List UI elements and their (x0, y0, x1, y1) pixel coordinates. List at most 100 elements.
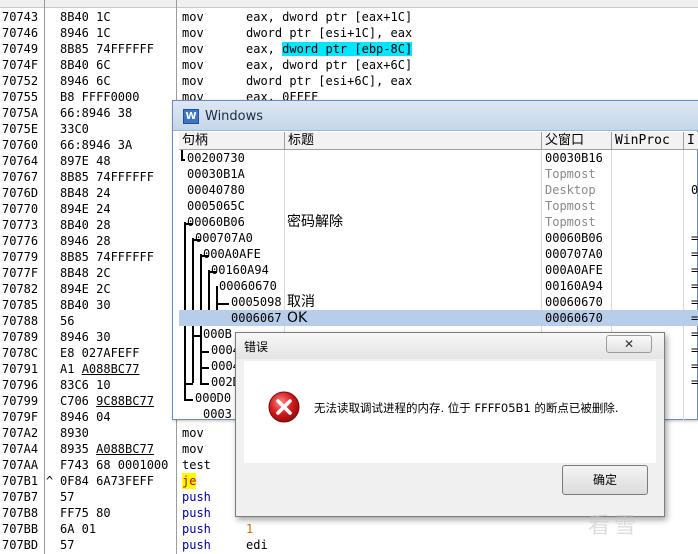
opcode-bytes: 8B85 74FFFFFF (60, 250, 154, 264)
window-handle: 00200730 (187, 151, 245, 165)
windows-dialog-titlebar[interactable]: W Windows (173, 101, 698, 131)
window-handle: 00060670 (219, 279, 277, 293)
opcode-prefix: 8935 (60, 442, 97, 456)
address: 707B1 (2, 474, 39, 488)
opcode-bytes: 8946 1C (60, 26, 111, 40)
extra-column: = (691, 295, 698, 309)
error-dialog[interactable]: 错误 ✕ 无法读取调试进程的内存. 位于 FFFF05B1 的断点已被删除. 确… (235, 332, 665, 517)
opcode-bytes: 8B40 1C (60, 10, 111, 24)
column-header-more[interactable]: I (684, 132, 698, 150)
address: 70791 (2, 362, 39, 376)
column-header-handle[interactable]: 句柄 (179, 132, 285, 150)
extra-column: = (691, 343, 698, 357)
opcode-address: A088BC77 (96, 442, 154, 456)
opcode-bytes: 56 (60, 314, 75, 328)
table-row[interactable]: 0005098 取消 00060670 = (179, 294, 698, 310)
table-row[interactable]: 00200730 00030B16 (179, 150, 698, 166)
address: 707BB (2, 522, 39, 536)
address: 707BD (2, 538, 39, 552)
error-dialog-title: 错误 (244, 340, 269, 354)
opcode-bytes: 8946 6C (60, 74, 111, 88)
address: 70799 (2, 394, 39, 408)
watermark-logo: 看雪 (588, 514, 641, 539)
close-button[interactable]: ✕ (606, 335, 652, 353)
address: 707A2 (2, 426, 39, 440)
parent-window: 000A0AFE (545, 263, 603, 277)
address: 70743 (2, 10, 39, 24)
table-row[interactable]: 00160A94 000A0AFE = (179, 262, 698, 278)
opcode-bytes: 8B85 74FFFFFF (60, 170, 154, 184)
address: 70782 (2, 282, 39, 296)
operands: eax, dword ptr [ebp-8C] (246, 41, 413, 57)
parent-window: Desktop (545, 183, 596, 197)
opcode-bytes: 894E 24 (60, 202, 111, 216)
opcode-bytes: 897E 48 (60, 154, 111, 168)
disasm-row[interactable]: 70752 8946 6C mov dword ptr [esi+6C], eax (0, 73, 698, 89)
extra-column: = (691, 263, 698, 277)
disasm-row[interactable]: 7074F 8B40 6C mov eax, dword ptr [eax+6C] (0, 57, 698, 73)
opcode-bytes: 8946 28 (60, 234, 111, 248)
ok-button[interactable]: 确定 (562, 465, 648, 495)
address: 70749 (2, 42, 39, 56)
column-header-winproc[interactable]: WinProc (612, 132, 684, 150)
operands: eax, dword ptr [eax+1C] (246, 10, 413, 24)
mnemonic: mov (182, 58, 204, 72)
table-row[interactable]: 0005065C Topmost (179, 198, 698, 214)
parent-window: Topmost (545, 199, 596, 213)
table-row[interactable]: 000A0AFE 000707A0 = (179, 246, 698, 262)
window-title: 取消 (287, 294, 315, 310)
mnemonic: mov (182, 10, 204, 24)
opcode-bytes: 8B48 2C (60, 266, 111, 280)
table-row[interactable]: 000707A0 00060B06 = (179, 230, 698, 246)
opcode-bytes: 57 (60, 538, 75, 552)
table-row[interactable]: 00040780 Desktop 0 (179, 182, 698, 198)
address: 7079F (2, 410, 39, 424)
table-row[interactable]: 00060670 00160A94 = (179, 278, 698, 294)
window-title: OK (287, 310, 308, 326)
address: 70785 (2, 298, 39, 312)
opcode-bytes: 8B40 28 (60, 218, 111, 232)
opcode-bytes: 8B40 30 (60, 298, 111, 312)
parent-window: 00160A94 (545, 279, 603, 293)
opcode-address: 9C88BC77 (96, 394, 154, 408)
operands: dword ptr [esi+1C], eax (246, 26, 413, 40)
table-row-selected[interactable]: 0006067 OK 00060670 = (179, 310, 698, 326)
error-message: 无法读取调试进程的内存. 位于 FFFF05B1 的断点已被删除. (314, 401, 619, 415)
error-dialog-content: 无法读取调试进程的内存. 位于 FFFF05B1 的断点已被删除. (244, 361, 656, 463)
opcode-bytes: 57 (60, 490, 75, 504)
opcode-prefix: C706 (60, 394, 97, 408)
column-header-title[interactable]: 标题 (285, 132, 542, 150)
window-handle: 000D0 (195, 391, 232, 405)
disasm-row[interactable]: 70749 8B85 74FFFFFF mov eax, dword ptr [ebp… (0, 41, 698, 57)
disassembly-header-strip (0, 0, 698, 8)
window-handle: 00030B1A (187, 167, 245, 181)
address: 7077F (2, 266, 39, 280)
windows-table-header: 句柄 标题 父窗口 WinProc I (179, 132, 698, 150)
disasm-row[interactable]: 70743 8B40 1C mov eax, dword ptr [eax+1C] (0, 9, 698, 25)
error-dialog-titlebar[interactable]: 错误 ✕ (236, 333, 664, 359)
table-row[interactable]: 00030B1A Topmost (179, 166, 698, 182)
opcode-bytes: 8B85 74FFFFFF (60, 42, 154, 56)
mnemonic: mov (182, 426, 204, 440)
opcode-bytes: 894E 2C (60, 282, 111, 296)
error-icon (268, 391, 300, 423)
window-handle: 00160A94 (211, 263, 269, 277)
windows-app-icon: W (183, 109, 199, 124)
parent-window: 00030B16 (545, 151, 603, 165)
mnemonic: mov (182, 442, 204, 456)
address: 70770 (2, 202, 39, 216)
column-header-parent[interactable]: 父窗口 (542, 132, 612, 150)
table-row[interactable]: 00060B06 密码解除 Topmost (179, 214, 698, 230)
parent-window: Topmost (545, 215, 596, 229)
address: 70773 (2, 218, 39, 232)
operand-prefix: eax, (246, 42, 283, 56)
opcode-bytes: 8946 04 (60, 410, 111, 424)
window-handle: 0005065C (187, 199, 245, 213)
extra-column: = (691, 327, 698, 341)
opcode-bytes: A1 A088BC77 (60, 361, 139, 377)
mnemonic: push (182, 490, 211, 504)
extra-column: = (691, 375, 698, 389)
disasm-row[interactable]: 70746 8946 1C mov dword ptr [esi+1C], eax (0, 25, 698, 41)
opcode-bytes: 8946 30 (60, 330, 111, 344)
parent-window: 00060670 (545, 295, 603, 309)
